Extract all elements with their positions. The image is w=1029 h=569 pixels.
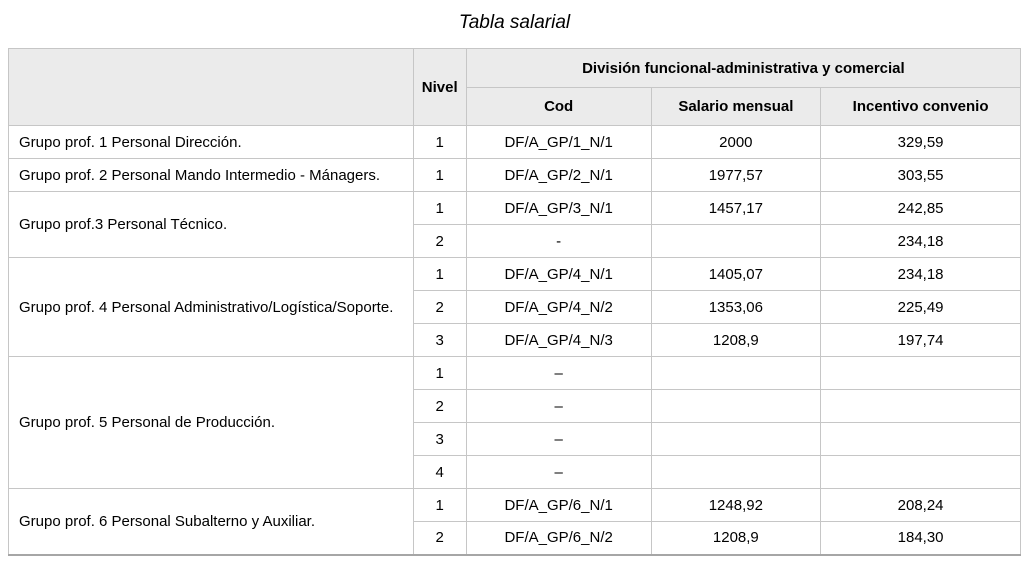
- group-name-cell: Grupo prof. 6 Personal Subalterno y Auxi…: [9, 489, 414, 555]
- incentivo-cell: [821, 456, 1021, 489]
- cod-cell: -: [466, 225, 651, 258]
- salario-cell: 1248,92: [651, 489, 821, 522]
- header-incentivo: Incentivo convenio: [821, 88, 1021, 126]
- cod-cell: –: [466, 456, 651, 489]
- nivel-cell: 2: [413, 225, 466, 258]
- group-name-cell: Grupo prof. 5 Personal de Producción.: [9, 357, 414, 489]
- header-salario: Salario mensual: [651, 88, 821, 126]
- salario-cell: 1457,17: [651, 192, 821, 225]
- salario-cell: 1208,9: [651, 522, 821, 555]
- nivel-cell: 2: [413, 522, 466, 555]
- nivel-cell: 4: [413, 456, 466, 489]
- salary-table: Nivel División funcional-administrativa …: [8, 48, 1021, 556]
- incentivo-cell: [821, 390, 1021, 423]
- table-body: Grupo prof. 1 Personal Dirección.1DF/A_G…: [9, 126, 1021, 555]
- incentivo-cell: 184,30: [821, 522, 1021, 555]
- salario-cell: [651, 423, 821, 456]
- incentivo-cell: 234,18: [821, 258, 1021, 291]
- nivel-cell: 3: [413, 324, 466, 357]
- incentivo-cell: [821, 423, 1021, 456]
- cod-cell: –: [466, 423, 651, 456]
- nivel-cell: 1: [413, 258, 466, 291]
- salario-cell: 2000: [651, 126, 821, 159]
- nivel-cell: 2: [413, 291, 466, 324]
- incentivo-cell: 303,55: [821, 159, 1021, 192]
- header-row-top: Nivel División funcional-administrativa …: [9, 49, 1021, 88]
- incentivo-cell: 234,18: [821, 225, 1021, 258]
- group-name-cell: Grupo prof. 1 Personal Dirección.: [9, 126, 414, 159]
- salario-cell: [651, 225, 821, 258]
- cod-cell: DF/A_GP/3_N/1: [466, 192, 651, 225]
- group-name-cell: Grupo prof. 4 Personal Administrativo/Lo…: [9, 258, 414, 357]
- incentivo-cell: 225,49: [821, 291, 1021, 324]
- cod-cell: –: [466, 357, 651, 390]
- cod-cell: DF/A_GP/6_N/2: [466, 522, 651, 555]
- cod-cell: DF/A_GP/1_N/1: [466, 126, 651, 159]
- incentivo-cell: 242,85: [821, 192, 1021, 225]
- incentivo-cell: [821, 357, 1021, 390]
- incentivo-cell: 329,59: [821, 126, 1021, 159]
- salario-cell: [651, 357, 821, 390]
- incentivo-cell: 197,74: [821, 324, 1021, 357]
- group-name-cell: Grupo prof.3 Personal Técnico.: [9, 192, 414, 258]
- nivel-cell: 1: [413, 357, 466, 390]
- cod-cell: DF/A_GP/2_N/1: [466, 159, 651, 192]
- group-name-cell: Grupo prof. 2 Personal Mando Intermedio …: [9, 159, 414, 192]
- cod-cell: –: [466, 390, 651, 423]
- nivel-cell: 2: [413, 390, 466, 423]
- table-row: Grupo prof. 1 Personal Dirección.1DF/A_G…: [9, 126, 1021, 159]
- cod-cell: DF/A_GP/4_N/1: [466, 258, 651, 291]
- header-nivel: Nivel: [413, 49, 466, 126]
- table-row: Grupo prof.3 Personal Técnico.1DF/A_GP/3…: [9, 192, 1021, 225]
- header-division: División funcional-administrativa y come…: [466, 49, 1020, 88]
- table-header: Nivel División funcional-administrativa …: [9, 49, 1021, 126]
- salario-cell: 1405,07: [651, 258, 821, 291]
- incentivo-cell: 208,24: [821, 489, 1021, 522]
- table-row: Grupo prof. 4 Personal Administrativo/Lo…: [9, 258, 1021, 291]
- page-title: Tabla salarial: [0, 11, 1029, 35]
- header-cod: Cod: [466, 88, 651, 126]
- cod-cell: DF/A_GP/4_N/2: [466, 291, 651, 324]
- table-row: Grupo prof. 2 Personal Mando Intermedio …: [9, 159, 1021, 192]
- nivel-cell: 3: [413, 423, 466, 456]
- nivel-cell: 1: [413, 159, 466, 192]
- nivel-cell: 1: [413, 192, 466, 225]
- header-group-empty: [9, 49, 414, 126]
- nivel-cell: 1: [413, 489, 466, 522]
- salario-cell: [651, 456, 821, 489]
- salario-cell: [651, 390, 821, 423]
- table-row: Grupo prof. 6 Personal Subalterno y Auxi…: [9, 489, 1021, 522]
- table-row: Grupo prof. 5 Personal de Producción.1–: [9, 357, 1021, 390]
- cod-cell: DF/A_GP/4_N/3: [466, 324, 651, 357]
- salario-cell: 1208,9: [651, 324, 821, 357]
- salario-cell: 1977,57: [651, 159, 821, 192]
- salario-cell: 1353,06: [651, 291, 821, 324]
- cod-cell: DF/A_GP/6_N/1: [466, 489, 651, 522]
- nivel-cell: 1: [413, 126, 466, 159]
